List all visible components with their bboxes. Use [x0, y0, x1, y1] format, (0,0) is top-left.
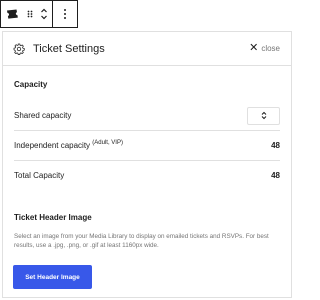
panel-header: Ticket Settings ✕ close	[3, 32, 291, 66]
independent-capacity-value: 48	[271, 141, 280, 150]
set-header-image-button[interactable]: Set Header Image	[13, 265, 92, 289]
total-capacity-row: Total Capacity 48	[14, 161, 280, 190]
independent-capacity-note: (Adult, VIP)	[92, 140, 123, 146]
total-capacity-label: Total Capacity	[14, 171, 65, 180]
drag-handle-icon	[27, 10, 33, 18]
ticket-block-button[interactable]	[1, 1, 23, 27]
shared-capacity-label: Shared capacity	[14, 111, 72, 120]
block-toolbar	[0, 0, 78, 28]
more-options-button[interactable]	[53, 1, 77, 27]
shared-capacity-row: Shared capacity	[14, 101, 280, 131]
header-image-heading: Ticket Header Image	[14, 213, 92, 222]
move-up-down-icon	[41, 8, 48, 20]
ticket-icon	[6, 9, 18, 19]
independent-capacity-label: Independent capacity (Adult, VIP)	[14, 140, 123, 150]
close-button[interactable]: ✕ close	[249, 43, 280, 54]
independent-capacity-text: Independent capacity	[14, 141, 91, 150]
gear-icon	[13, 43, 25, 55]
panel-title: Ticket Settings	[33, 42, 105, 55]
header-image-description: Select an image from your Media Library …	[14, 233, 269, 249]
total-capacity-value: 48	[271, 171, 280, 180]
chevron-up-down-icon	[261, 111, 266, 120]
capacity-heading: Capacity	[14, 80, 48, 89]
ticket-settings-panel: Ticket Settings ✕ close Capacity Shared …	[2, 31, 292, 298]
close-label: close	[261, 44, 280, 53]
shared-capacity-select[interactable]	[247, 106, 280, 125]
more-vertical-icon	[64, 9, 67, 19]
independent-capacity-row: Independent capacity (Adult, VIP) 48	[14, 131, 280, 161]
drag-handle-button[interactable]	[23, 1, 37, 27]
move-up-down-button[interactable]	[37, 1, 53, 27]
close-icon: ✕	[249, 42, 259, 54]
